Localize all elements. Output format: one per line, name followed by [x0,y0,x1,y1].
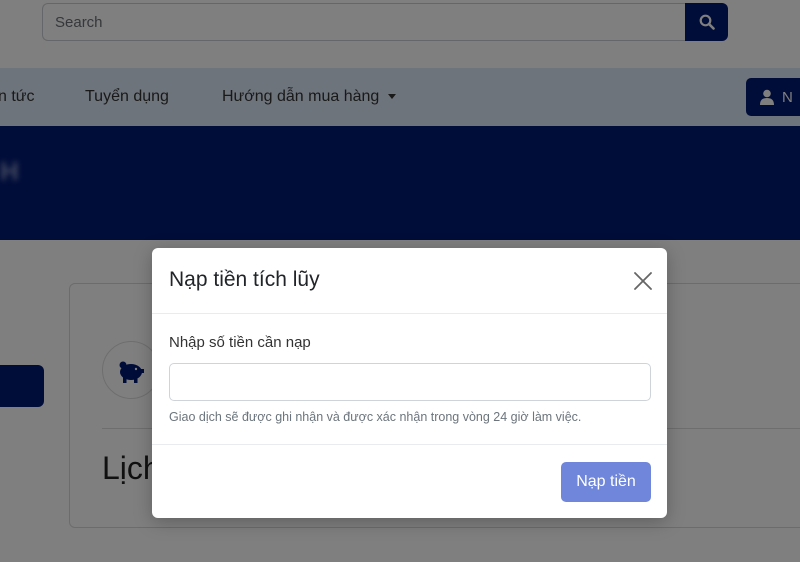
modal-title: Nạp tiền tích lũy [169,268,320,291]
amount-field-label: Nhập số tiền cần nạp [169,334,311,351]
modal-body: Nhập số tiền cần nạp Giao dịch sẽ được g… [152,314,667,444]
modal-footer: Nạp tiền [152,444,667,519]
modal-header: Nạp tiền tích lũy [152,248,667,314]
close-button[interactable] [630,268,656,294]
close-icon [634,272,652,290]
help-text: Giao dịch sẽ được ghi nhận và được xác n… [169,410,582,424]
topup-modal: Nạp tiền tích lũy Nhập số tiền cần nạp G… [152,248,667,518]
topup-submit-button[interactable]: Nạp tiền [561,462,651,502]
amount-field[interactable] [169,363,651,401]
